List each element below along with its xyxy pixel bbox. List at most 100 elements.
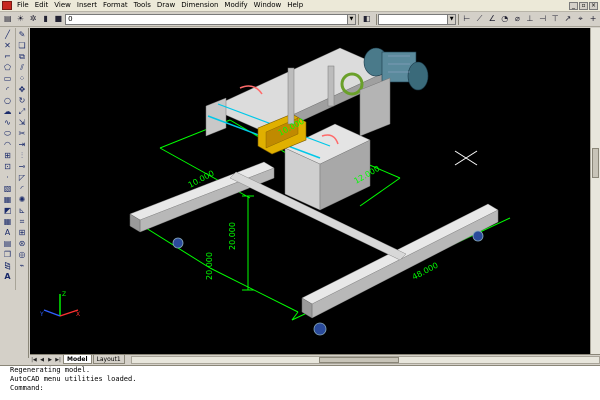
mirror-object-icon[interactable]: ⧉ [16,52,29,62]
menu-view[interactable]: View [51,0,74,11]
lightbulb-icon[interactable]: ☀ [15,13,27,25]
command-input-row: Command: [0,384,600,393]
dim-continue-icon[interactable]: ⊤ [549,13,561,25]
insert-block-icon[interactable]: ⊞ [1,151,14,161]
ellipse-icon[interactable]: ⬭ [1,129,14,139]
layer-icon[interactable]: ▤ [1,239,14,249]
circle-icon[interactable]: ○ [1,96,14,106]
menu-tools[interactable]: Tools [131,0,154,11]
menu-format[interactable]: Format [100,0,131,11]
ellipse-arc-icon[interactable]: ◠ [1,140,14,150]
dim-radius-icon[interactable]: ◔ [499,13,511,25]
window-controls: _ ▫ × [569,1,600,10]
dim-aligned-icon[interactable]: ⟋ [474,13,486,25]
dim-ordinate-icon[interactable]: ⊥ [524,13,536,25]
polar-icon[interactable]: ⊛ [16,239,29,249]
dim-diameter-icon[interactable]: ⌀ [512,13,524,25]
dim-baseline-icon[interactable]: ⊣ [537,13,549,25]
trim-icon[interactable]: ✂ [16,129,29,139]
horizontal-scrollbar[interactable] [130,355,600,364]
array-icon[interactable]: ⁘ [16,74,29,84]
copy-icon[interactable]: ❐ [1,250,14,260]
horizontal-scroll-thumb[interactable] [318,356,399,363]
text-icon[interactable]: A [1,272,14,282]
menu-edit[interactable]: Edit [32,0,52,11]
dim-linear-icon[interactable]: ⊢ [461,13,473,25]
menu-dimension[interactable]: Dimension [178,0,221,11]
move-icon[interactable]: ✥ [16,85,29,95]
separator [375,13,377,25]
dim-angular-icon[interactable]: ∠ [486,13,498,25]
layer-dropdown[interactable]: 0 ▼ [65,13,356,25]
dim-text-3: 20.000 [228,222,237,250]
chamfer-icon[interactable]: ◸ [16,173,29,183]
arc-icon[interactable]: ◜ [1,85,14,95]
color-swatch-icon[interactable]: ■ [53,13,65,25]
close-icon[interactable]: × [589,1,598,10]
menu-insert[interactable]: Insert [74,0,100,11]
stretch-icon[interactable]: ⇲ [16,118,29,128]
vertical-scrollbar[interactable] [590,28,600,354]
minimize-icon[interactable]: _ [569,1,578,10]
vertical-scroll-thumb[interactable] [592,148,599,178]
polyline-icon[interactable]: ⌐ [1,52,14,62]
layer-previous-icon[interactable]: ◧ [361,13,373,25]
mirror-icon[interactable]: ⧎ [1,261,14,271]
app-icon[interactable] [2,1,12,10]
make-block-icon[interactable]: ⊡ [1,162,14,172]
point-icon[interactable]: · [1,173,14,183]
region-icon[interactable]: ◩ [1,206,14,216]
command-input[interactable] [45,384,446,393]
menu-draw[interactable]: Draw [154,0,178,11]
hatch-icon[interactable]: ▧ [1,184,14,194]
snap-icon[interactable]: ⌗ [16,217,29,227]
separator [357,13,359,25]
polygon-icon[interactable]: ⬠ [1,63,14,73]
lock-icon[interactable]: ▮ [40,13,52,25]
style-dropdown[interactable]: ▼ [378,13,457,25]
chevron-down-icon[interactable]: ▼ [346,14,355,24]
chevron-down-icon[interactable]: ▼ [447,14,456,24]
join-icon[interactable]: ⊸ [16,162,29,172]
line-icon[interactable]: ╱ [1,30,14,40]
table-icon[interactable]: ▦ [1,217,14,227]
layer-manager-icon[interactable]: ▤ [2,13,14,25]
menu-window[interactable]: Window [251,0,285,11]
construction-line-icon[interactable]: ✕ [1,41,14,51]
extend-icon[interactable]: ⇥ [16,140,29,150]
otrack-icon[interactable]: ⌁ [16,261,29,271]
menu-modify[interactable]: Modify [221,0,250,11]
fillet-icon[interactable]: ◜ [16,184,29,194]
rotate-icon[interactable]: ↻ [16,96,29,106]
erase-icon[interactable]: ✎ [16,30,29,40]
menu-file[interactable]: File [14,0,32,11]
copy-object-icon[interactable]: ❏ [16,41,29,51]
prev-tab-icon[interactable]: ◀ [38,356,46,364]
tab-model[interactable]: Model [63,355,92,364]
break-icon[interactable]: ⫶ [16,151,29,161]
revcloud-icon[interactable]: ☁ [1,107,14,117]
model-space-canvas[interactable]: 10.000 12.000 20.000 20.000 48.000 10.00… [30,28,590,354]
scale-icon[interactable]: ⤢ [16,107,29,117]
explode-icon[interactable]: ✺ [16,195,29,205]
dim-leader-icon[interactable]: ↗ [562,13,574,25]
next-tab-icon[interactable]: ▶ [46,356,54,364]
ucs-z-label: Z [62,291,66,298]
freeze-icon[interactable]: ✲ [27,13,39,25]
center-mark-icon[interactable]: + [587,13,599,25]
offset-icon[interactable]: ⫽ [16,63,29,73]
osnap-icon[interactable]: ◎ [16,250,29,260]
grid-icon[interactable]: ⊞ [16,228,29,238]
spline-icon[interactable]: ∿ [1,118,14,128]
rectangle-icon[interactable]: ▭ [1,74,14,84]
tab-layout1[interactable]: Layout1 [92,355,125,364]
ortho-icon[interactable]: ⊾ [16,206,29,216]
menu-help[interactable]: Help [284,0,306,11]
drawing-svg[interactable]: 10.000 12.000 20.000 20.000 48.000 10.00… [30,28,590,354]
last-tab-icon[interactable]: ▶| [54,356,62,364]
gradient-icon[interactable]: ▦ [1,195,14,205]
mtext-icon[interactable]: A [1,228,14,238]
restore-icon[interactable]: ▫ [579,1,588,10]
first-tab-icon[interactable]: |◀ [30,356,38,364]
tolerance-icon[interactable]: ⌖ [575,13,587,25]
